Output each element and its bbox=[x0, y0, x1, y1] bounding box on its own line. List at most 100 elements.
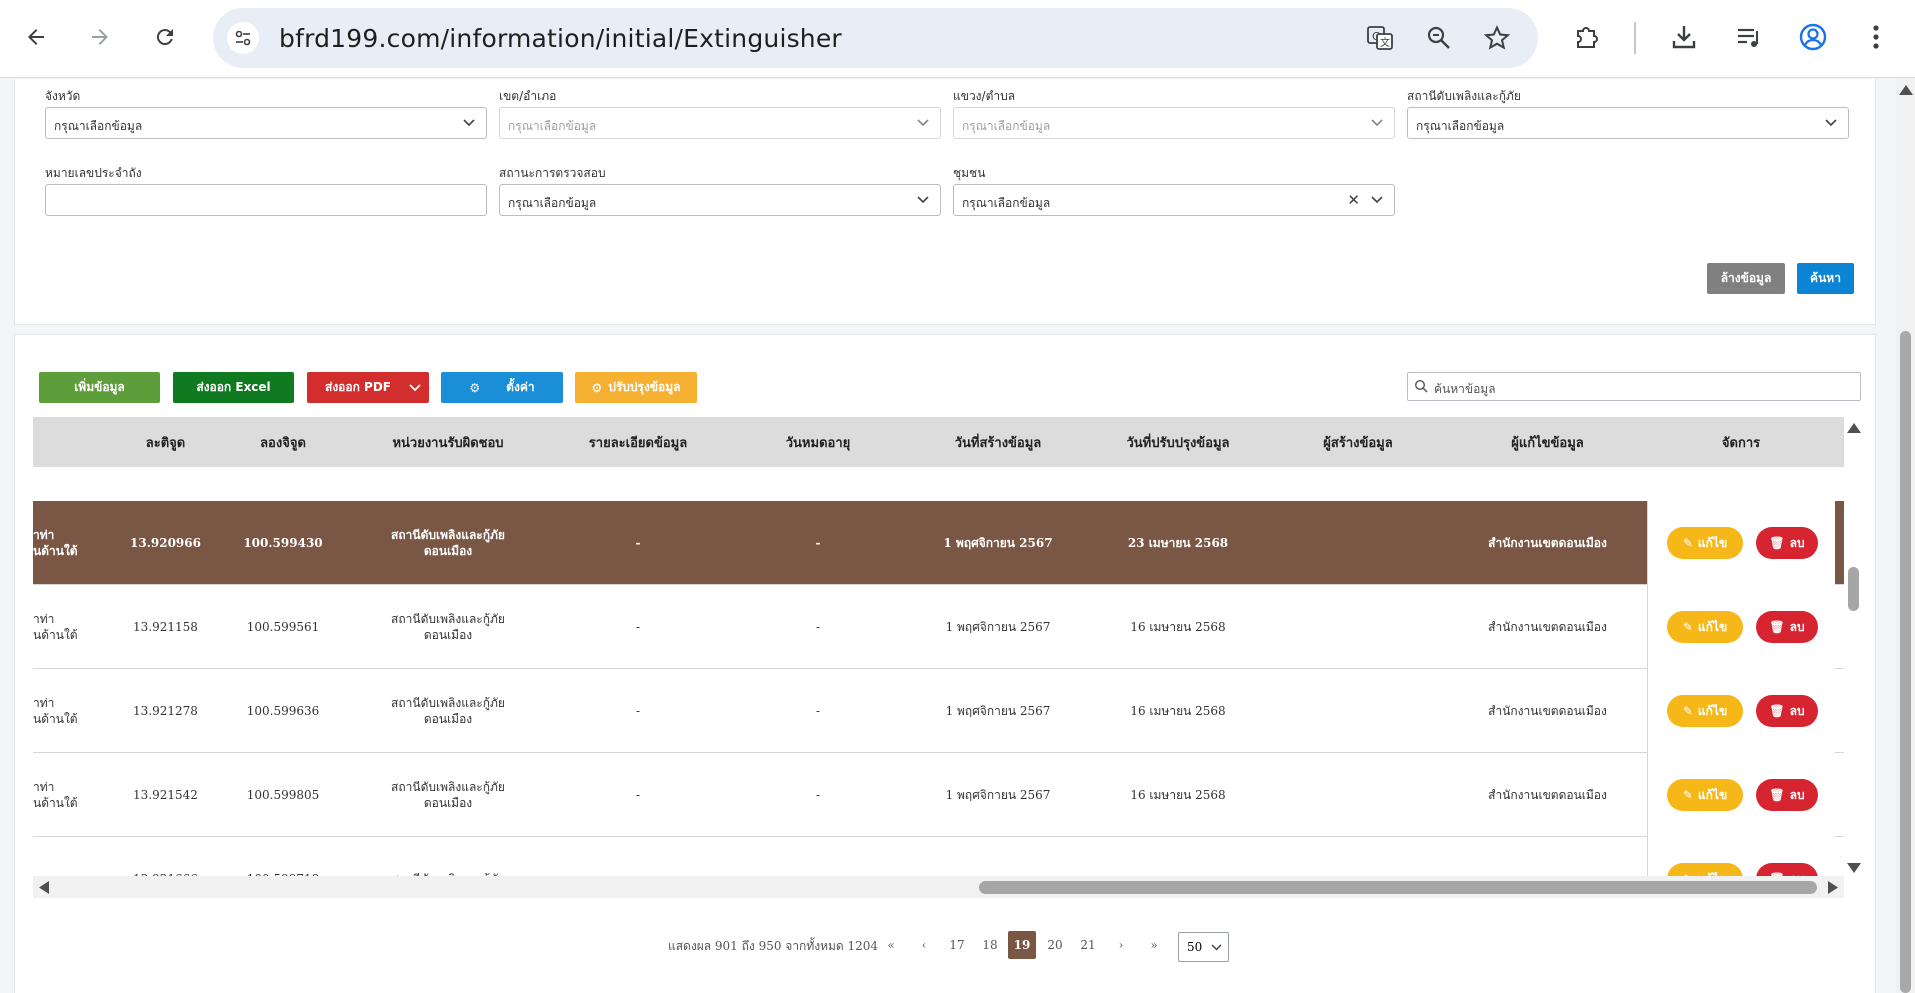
media-controls-icon[interactable] bbox=[1731, 19, 1767, 55]
lat-cell: 13.920966 bbox=[130, 536, 201, 550]
scroll-right-icon[interactable] bbox=[1828, 881, 1838, 894]
district-select[interactable]: กรุณาเลือกข้อมูล bbox=[499, 107, 941, 139]
chevron-down-icon bbox=[917, 119, 929, 127]
scroll-left-icon[interactable] bbox=[39, 881, 49, 894]
add-button[interactable]: เพิ่มข้อมูล bbox=[39, 372, 160, 403]
table-row[interactable]: าท่า นด้านใต้ 13.920966 100.599430 สถานีดับเ… bbox=[33, 501, 1844, 585]
col-updated-date[interactable]: วันที่ปรับปรุงข้อมูล bbox=[1088, 417, 1268, 467]
page-size-select[interactable]: 50 bbox=[1178, 932, 1229, 962]
community-value: กรุณาเลือกข้อมูล bbox=[962, 196, 1051, 210]
table-row[interactable]: าท่า นด้านใต้ 13.921158 100.599561 สถานีดับเ… bbox=[33, 585, 1844, 669]
lng-cell: 100.599805 bbox=[246, 788, 320, 802]
zoom-icon[interactable] bbox=[1423, 22, 1455, 54]
chevron-down-icon[interactable] bbox=[409, 382, 421, 394]
reload-icon[interactable] bbox=[147, 19, 183, 55]
edit-button[interactable]: ✎แก้ไข bbox=[1667, 527, 1743, 559]
page-content: จังหวัด กรุณาเลือกข้อมูล เขต/อำเภอ กรุณา… bbox=[0, 79, 1896, 993]
page-scroll-thumb[interactable] bbox=[1900, 331, 1911, 993]
page-18[interactable]: 18 bbox=[976, 931, 1004, 959]
prev-page-button[interactable]: ‹ bbox=[910, 931, 938, 959]
edit-button[interactable]: ✎แก้ไข bbox=[1667, 611, 1743, 643]
search-button[interactable]: ค้นหา bbox=[1797, 263, 1854, 294]
delete-button[interactable]: 🗑ลบ bbox=[1756, 779, 1818, 811]
col-longitude[interactable]: ลองจิจูด bbox=[218, 417, 348, 467]
table-row[interactable]: 13.921666100.599718สถานีดับเพลิงและกู้ภั… bbox=[33, 837, 1844, 876]
forward-icon[interactable] bbox=[82, 19, 118, 55]
expire-cell: - bbox=[815, 788, 821, 802]
delete-button[interactable]: 🗑ลบ bbox=[1756, 863, 1818, 876]
next-page-button[interactable]: › bbox=[1107, 931, 1135, 959]
table-vertical-scrollbar[interactable] bbox=[1844, 417, 1864, 876]
update-data-button[interactable]: ⚙ ปรับปรุงข้อมูล bbox=[575, 372, 697, 403]
address-bar[interactable]: bfrd199.com/information/initial/Extingui… bbox=[213, 8, 1538, 68]
scroll-up-icon[interactable] bbox=[1847, 423, 1861, 433]
page-17[interactable]: 17 bbox=[943, 931, 971, 959]
col-latitude[interactable]: ละติจูด bbox=[113, 417, 218, 467]
back-icon[interactable] bbox=[18, 19, 54, 55]
table-row[interactable]: าท่า นด้านใต้ 13.921542 100.599805 สถานีดับเ… bbox=[33, 753, 1844, 837]
edit-button[interactable]: ✎แก้ไข bbox=[1667, 695, 1743, 727]
horizontal-scroll-thumb[interactable] bbox=[979, 881, 1817, 894]
subdistrict-select[interactable]: กรุณาเลือกข้อมูล bbox=[953, 107, 1395, 139]
community-select[interactable]: กรุณาเลือกข้อมูล ✕ bbox=[953, 184, 1395, 216]
scroll-up-icon[interactable] bbox=[1899, 85, 1913, 95]
delete-button[interactable]: 🗑ลบ bbox=[1756, 695, 1818, 727]
inspection-status-select[interactable]: กรุณาเลือกข้อมูล bbox=[499, 184, 941, 216]
lng-cell: 100.599636 bbox=[246, 704, 320, 718]
settings-button[interactable]: ⚙ ตั้งค่า bbox=[441, 372, 563, 403]
expire-cell: - bbox=[815, 704, 821, 718]
editor-cell: สำนักงานเขตดอนเมือง bbox=[1488, 788, 1607, 802]
col-responsible-unit[interactable]: หน่วยงานรับผิดชอบ bbox=[348, 417, 548, 467]
extensions-icon[interactable] bbox=[1570, 19, 1606, 55]
creator-cell bbox=[1268, 585, 1448, 669]
unit-line: สถานีดับเพลิงและกู้ภัย bbox=[391, 696, 505, 710]
more-menu-icon[interactable] bbox=[1858, 19, 1894, 55]
last-page-button[interactable]: » bbox=[1140, 931, 1168, 959]
actions-cell: ✎แก้ไข 🗑ลบ bbox=[1647, 585, 1835, 669]
first-page-button[interactable]: « bbox=[877, 931, 905, 959]
page-19-active[interactable]: 19 bbox=[1008, 931, 1036, 959]
chevron-down-icon bbox=[1211, 944, 1222, 951]
edit-button[interactable]: ✎แก้ไข bbox=[1667, 863, 1743, 876]
col-created-date[interactable]: วันที่สร้างข้อมูล bbox=[908, 417, 1088, 467]
pagination-summary: แสดงผล 901 ถึง 950 จากทั้งหมด 1204 bbox=[668, 938, 879, 953]
table-search-input[interactable]: ค้นหาข้อมูล bbox=[1407, 372, 1861, 401]
clear-icon[interactable]: ✕ bbox=[1347, 192, 1360, 208]
station-label: สถานีดับเพลิงและกู้ภัย bbox=[1407, 89, 1521, 103]
translate-icon[interactable]: G文 bbox=[1364, 22, 1396, 54]
table-row[interactable]: าท่า นด้านใต้ 13.921278 100.599636 สถานีดับเ… bbox=[33, 669, 1844, 753]
page-21[interactable]: 21 bbox=[1074, 931, 1102, 959]
tank-number-input[interactable] bbox=[45, 184, 487, 216]
edit-label: แก้ไข bbox=[1697, 535, 1728, 550]
col-expiry[interactable]: วันหมดอายุ bbox=[728, 417, 908, 467]
station-select[interactable]: กรุณาเลือกข้อมูล bbox=[1407, 107, 1849, 139]
col-details[interactable]: รายละเอียดข้อมูล bbox=[548, 417, 728, 467]
pencil-icon: ✎ bbox=[1682, 704, 1693, 718]
download-icon[interactable] bbox=[1666, 19, 1702, 55]
province-select[interactable]: กรุณาเลือกข้อมูล bbox=[45, 107, 487, 139]
trash-icon: 🗑 bbox=[1769, 788, 1785, 802]
clear-button[interactable]: ล้างข้อมูล bbox=[1707, 263, 1785, 294]
export-pdf-button[interactable]: ส่งออก PDF bbox=[307, 372, 429, 403]
table-horizontal-scrollbar[interactable] bbox=[33, 876, 1844, 898]
site-settings-icon[interactable] bbox=[227, 22, 259, 54]
delete-button[interactable]: 🗑ลบ bbox=[1756, 611, 1818, 643]
actions-cell: ✎แก้ไข 🗑ลบ bbox=[1647, 837, 1835, 876]
col-editor[interactable]: ผู้แก้ไขข้อมูล bbox=[1448, 417, 1647, 467]
page-vertical-scrollbar[interactable] bbox=[1896, 79, 1915, 993]
export-pdf-label: ส่งออก PDF bbox=[325, 380, 391, 394]
scroll-down-icon[interactable] bbox=[1847, 863, 1861, 873]
bookmark-star-icon[interactable] bbox=[1481, 22, 1513, 54]
gear-icon: ⚙ bbox=[591, 380, 603, 395]
col-creator[interactable]: ผู้สร้างข้อมูล bbox=[1268, 417, 1448, 467]
page-20[interactable]: 20 bbox=[1041, 931, 1069, 959]
profile-icon[interactable] bbox=[1795, 19, 1831, 55]
edit-button[interactable]: ✎แก้ไข bbox=[1667, 779, 1743, 811]
table-scroll-thumb[interactable] bbox=[1848, 567, 1859, 611]
location-line: าท่า bbox=[33, 528, 55, 542]
export-excel-button[interactable]: ส่งออก Excel bbox=[173, 372, 294, 403]
expire-cell: - bbox=[815, 620, 821, 634]
pencil-icon: ✎ bbox=[1682, 620, 1693, 634]
expire-cell: - bbox=[815, 536, 821, 550]
delete-button[interactable]: 🗑ลบ bbox=[1756, 527, 1818, 559]
